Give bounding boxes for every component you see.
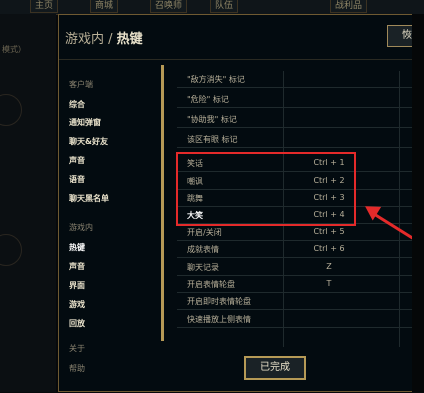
client-decor-ring xyxy=(0,94,22,126)
modal-header: 游戏内 / 热键 恢复 xyxy=(59,15,424,60)
hotkey-binding[interactable]: T xyxy=(299,279,359,288)
hotkey-action-label: 成就表情 xyxy=(187,245,219,254)
client-left-label: 模式） xyxy=(2,45,26,54)
hotkey-action-label: 开启/关闭 xyxy=(187,228,222,237)
table-row[interactable]: "危险" 标记 xyxy=(177,91,413,108)
sidebar-item-interface[interactable]: 界面 xyxy=(69,280,85,291)
sidebar-item-client-sound[interactable]: 声音 xyxy=(69,155,85,166)
table-row[interactable]: 开启/关闭 Ctrl + 5 xyxy=(177,224,413,241)
breadcrumb-ingame: 游戏内 xyxy=(65,32,105,47)
sidebar-group-ingame: 游戏内 xyxy=(69,223,93,232)
hotkey-action-label: "协助我" 标记 xyxy=(187,115,237,124)
sidebar-item-chat-blocklist[interactable]: 聊天黑名单 xyxy=(69,193,109,204)
hotkey-action-label: "敌方消失" 标记 xyxy=(187,75,245,84)
table-row[interactable]: 该区有眼 标记 xyxy=(177,131,413,148)
client-left-panel: 模式） xyxy=(0,14,56,392)
client-decor-ring xyxy=(0,234,22,266)
client-tab-loot[interactable]: 战利品 xyxy=(330,0,368,13)
table-row[interactable]: 开启即时表情轮盘 xyxy=(177,293,413,310)
hotkey-action-label: 快速播放上侧表情 xyxy=(187,315,251,324)
table-row[interactable]: 开启表情轮盘 T xyxy=(177,276,413,293)
hotkey-binding[interactable]: Ctrl + 5 xyxy=(299,227,359,236)
table-row[interactable]: 快速播放上侧表情 xyxy=(177,311,413,328)
sidebar-item-about[interactable]: 关于 xyxy=(69,343,85,354)
sidebar-item-hotkeys[interactable]: 热键 xyxy=(69,242,85,253)
client-tab-team[interactable]: 队伍 xyxy=(210,0,239,13)
hotkey-binding[interactable]: Z xyxy=(299,262,359,271)
annotation-highlight-box xyxy=(176,152,356,226)
sidebar-item-voice[interactable]: 语音 xyxy=(69,174,85,185)
page-title: 游戏内 / 热键 xyxy=(65,28,143,47)
sidebar-item-help[interactable]: 帮助 xyxy=(69,363,85,374)
client-tab-home[interactable]: 主页 xyxy=(30,0,59,13)
settings-sidebar: 客户端 综合 通知弹窗 聊天&好友 声音 语音 聊天黑名单 游戏内 热键 声音 … xyxy=(59,59,159,393)
table-row[interactable]: "敌方消失" 标记 xyxy=(177,71,413,88)
hotkey-action-label: "危险" 标记 xyxy=(187,95,229,104)
client-top-nav: 主页 商城 召唤师 队伍 战利品 xyxy=(0,0,424,15)
table-row[interactable]: 聊天记录 Z xyxy=(177,259,413,276)
client-right-edge xyxy=(412,14,424,392)
hotkey-action-label: 聊天记录 xyxy=(187,263,219,272)
sidebar-item-chat-friends[interactable]: 聊天&好友 xyxy=(69,136,108,147)
breadcrumb-separator: / xyxy=(104,32,117,47)
sidebar-group-client: 客户端 xyxy=(69,80,93,89)
sidebar-item-replay[interactable]: 回放 xyxy=(69,318,85,329)
sidebar-item-general[interactable]: 综合 xyxy=(69,99,85,110)
sidebar-item-notifications[interactable]: 通知弹窗 xyxy=(69,117,101,128)
client-tab-store[interactable]: 商城 xyxy=(90,0,119,13)
sidebar-item-game[interactable]: 游戏 xyxy=(69,299,85,310)
table-row[interactable]: "协助我" 标记 xyxy=(177,111,413,128)
done-button[interactable]: 已完成 xyxy=(244,356,306,380)
breadcrumb-current: 热键 xyxy=(116,32,143,47)
client-tab-summoner[interactable]: 召唤师 xyxy=(150,0,188,13)
sidebar-item-ingame-sound[interactable]: 声音 xyxy=(69,261,85,272)
hotkey-binding[interactable]: Ctrl + 6 xyxy=(299,244,359,253)
hotkey-action-label: 该区有眼 标记 xyxy=(187,135,238,144)
sidebar-scrollbar[interactable] xyxy=(161,65,164,341)
hotkey-action-label: 开启表情轮盘 xyxy=(187,280,235,289)
hotkey-action-label: 开启即时表情轮盘 xyxy=(187,297,251,306)
table-row[interactable]: 成就表情 Ctrl + 6 xyxy=(177,241,413,258)
